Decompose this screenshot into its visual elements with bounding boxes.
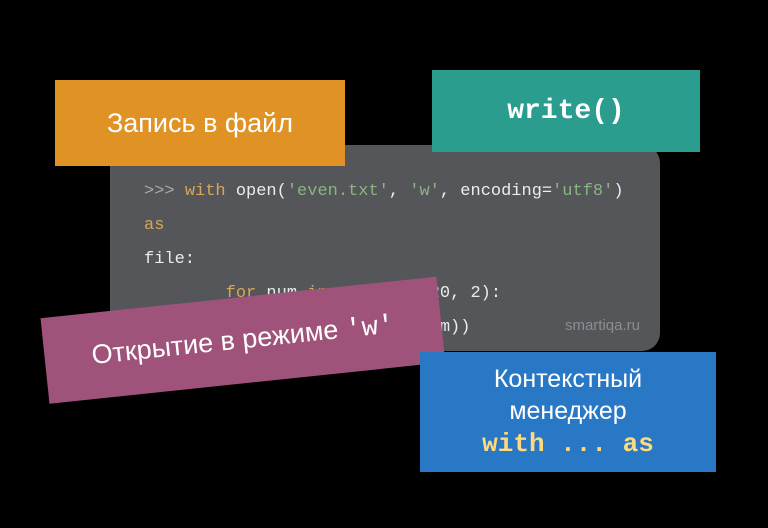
label-line-2: менеджер <box>509 395 626 428</box>
label-context-manager: Контекстный менеджер with ... as <box>420 352 716 472</box>
label-text: Открытие в режиме <box>90 313 347 370</box>
label-text: Запись в файл <box>107 108 293 139</box>
repl-prompt: >>> <box>144 182 185 201</box>
code-line-1: >>> with open('even.txt', 'w', encoding=… <box>144 175 630 243</box>
label-line-1: Контекстный <box>494 363 642 396</box>
str-mode: 'w' <box>409 182 440 201</box>
code-line-2: file: <box>144 243 630 277</box>
str-filename: 'even.txt' <box>287 182 389 201</box>
close-paren: ) <box>613 182 623 201</box>
label-text: write() <box>507 96 625 127</box>
label-accent: with ... as <box>482 428 654 462</box>
label-write-to-file: Запись в файл <box>55 80 345 166</box>
kw-as: as <box>144 216 164 235</box>
str-encoding: 'utf8' <box>552 182 613 201</box>
fn-open: open( <box>226 182 287 201</box>
kwarg-encoding: , encoding= <box>440 182 552 201</box>
label-mono: 'w' <box>344 311 395 346</box>
label-write-method: write() <box>432 70 700 152</box>
sep: , <box>389 182 409 201</box>
kw-with: with <box>185 182 226 201</box>
watermark: smartiqa.ru <box>565 311 640 341</box>
